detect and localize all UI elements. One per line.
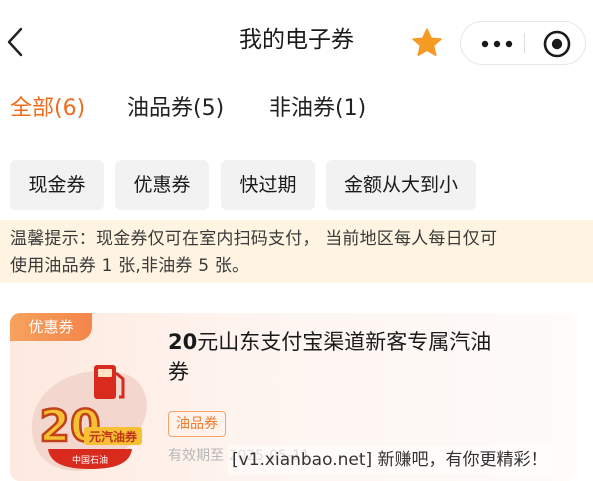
notice-line-1: 温馨提示：现金券仅可在室内扫码支付， 当前地区每人每日仅可 (10, 229, 498, 249)
watermark-text: [v1.xianbao.net] 新赚吧，有你更精彩！ (228, 446, 552, 474)
coupon-image-brand: 中国石油 (72, 454, 108, 466)
tab-all[interactable]: 全部(6) (10, 94, 85, 124)
more-dots-icon (481, 40, 513, 48)
close-button[interactable] (533, 22, 581, 64)
tab-non-oil[interactable]: 非油券(1) (269, 94, 366, 124)
more-button[interactable] (471, 22, 523, 64)
filter-expiring-soon[interactable]: 快过期 (221, 160, 315, 210)
mini-program-capsule (460, 21, 586, 65)
filter-cash-coupon[interactable]: 现金券 (10, 160, 104, 210)
coupon-title: 20元山东支付宝渠道新客专属汽油券 (168, 327, 508, 387)
coupon-type-badge: 优惠券 (10, 313, 92, 341)
capsule-divider (524, 33, 525, 53)
coupon-tabs: 全部(6) 油品券(5) 非油券(1) (0, 88, 593, 134)
filter-amount-desc[interactable]: 金额从大到小 (326, 160, 476, 210)
notice-line-2: 使用油品券 1 张,非油券 5 张。 (10, 256, 250, 276)
nav-bar: 我的电子券 (0, 0, 593, 84)
coupon-category-tag: 油品券 (168, 411, 226, 437)
coupon-amount: 20 (168, 330, 198, 354)
coupon-title-text: 元山东支付宝渠道新客专属汽油券 (168, 330, 492, 384)
notice-banner: 温馨提示：现金券仅可在室内扫码支付， 当前地区每人每日仅可 使用油品券 1 张,… (0, 220, 593, 283)
coupon-image: 20 元汽油券 中国石油 (31, 365, 147, 471)
coupon-image-badge: 元汽油券 (89, 429, 138, 444)
favorite-button[interactable] (410, 26, 444, 60)
tab-oil[interactable]: 油品券(5) (127, 94, 224, 124)
filter-discount-coupon[interactable]: 优惠券 (115, 160, 209, 210)
star-icon (412, 28, 442, 57)
target-close-icon (543, 30, 571, 58)
